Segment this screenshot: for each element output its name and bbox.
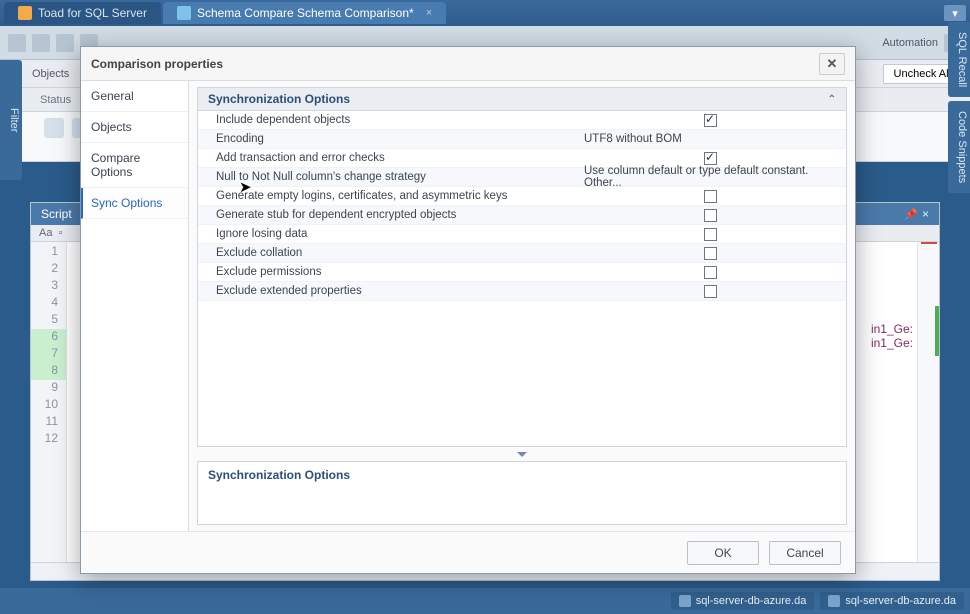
option-label: Null to Not Null column's change strateg… <box>198 171 578 183</box>
compare-icon <box>177 6 191 20</box>
description-panel: Synchronization Options <box>197 461 847 525</box>
grid-section-header[interactable]: Synchronization Options ⌃ <box>198 88 846 111</box>
toad-icon <box>18 6 32 20</box>
option-row[interactable]: Generate empty logins, certificates, and… <box>198 187 846 206</box>
side-tab-sql-recall[interactable]: SQL Recall <box>948 22 970 97</box>
option-label: Encoding <box>198 133 578 145</box>
option-row[interactable]: Exclude permissions <box>198 263 846 282</box>
ok-button[interactable]: OK <box>687 541 759 565</box>
dialog-title: Comparison properties <box>91 57 223 71</box>
minimap[interactable] <box>917 242 939 562</box>
nav-item-compare-options[interactable]: Compare Options <box>81 143 188 188</box>
side-tab-filter[interactable]: Filter <box>0 60 22 180</box>
toolbar-icon[interactable] <box>56 34 74 52</box>
checkbox[interactable] <box>704 209 717 222</box>
option-value[interactable] <box>578 209 846 222</box>
automation-label: Automation <box>882 37 938 49</box>
database-icon <box>828 595 840 607</box>
checkbox[interactable] <box>704 228 717 241</box>
line-gutter: 1 2 3 4 5 6 7 8 9 10 11 12 <box>31 242 67 562</box>
checkbox[interactable] <box>704 285 717 298</box>
app-tab-label: Schema Compare Schema Comparison* <box>197 6 414 20</box>
option-value[interactable] <box>578 247 846 260</box>
script-title: Script <box>41 207 72 221</box>
strip-icon[interactable] <box>44 118 64 138</box>
dialog-titlebar: Comparison properties ✕ <box>81 47 855 81</box>
option-value[interactable] <box>578 285 846 298</box>
option-value[interactable] <box>578 190 846 203</box>
objects-label: Objects <box>32 68 69 80</box>
option-value[interactable] <box>578 152 846 165</box>
checkbox[interactable] <box>704 247 717 260</box>
toolbar-icon[interactable]: ▫ <box>58 227 62 239</box>
window-controls: ▾ <box>944 5 966 21</box>
checkbox[interactable] <box>704 266 717 279</box>
status-label: Status <box>40 94 71 106</box>
option-label: Exclude permissions <box>198 266 578 278</box>
statusbar-label: sql-server-db-azure.da <box>696 595 807 607</box>
option-value[interactable] <box>578 228 846 241</box>
option-row[interactable]: EncodingUTF8 without BOM <box>198 130 846 149</box>
nav-item-objects[interactable]: Objects <box>81 112 188 143</box>
app-tab-toad[interactable]: Toad for SQL Server <box>4 2 161 24</box>
dialog-button-row: OK Cancel <box>81 531 855 573</box>
option-value[interactable] <box>578 266 846 279</box>
option-row[interactable]: Include dependent objects <box>198 111 846 130</box>
nav-item-general[interactable]: General <box>81 81 188 112</box>
option-label: Exclude collation <box>198 247 578 259</box>
options-grid: Synchronization Options ⌃ Include depend… <box>197 87 847 447</box>
toolbar-icon[interactable] <box>8 34 26 52</box>
splitter[interactable] <box>197 451 847 457</box>
side-tab-code-snippets[interactable]: Code Snippets <box>948 101 970 193</box>
checkbox[interactable] <box>704 152 717 165</box>
statusbar-connection[interactable]: sql-server-db-azure.da <box>671 592 815 610</box>
status-bar: sql-server-db-azure.da sql-server-db-azu… <box>0 588 970 614</box>
collapse-icon[interactable]: ⌃ <box>828 94 836 105</box>
window-titlebar: Toad for SQL Server Schema Compare Schem… <box>0 0 970 26</box>
option-label: Add transaction and error checks <box>198 152 578 164</box>
option-label: Exclude extended properties <box>198 285 578 297</box>
option-label: Include dependent objects <box>198 114 578 126</box>
option-row[interactable]: Null to Not Null column's change strateg… <box>198 168 846 187</box>
dialog-close-button[interactable]: ✕ <box>819 53 845 75</box>
window-dropdown-icon[interactable]: ▾ <box>944 5 966 21</box>
option-row[interactable]: Ignore losing data <box>198 225 846 244</box>
checkbox[interactable] <box>704 114 717 127</box>
statusbar-label: sql-server-db-azure.da <box>845 595 956 607</box>
checkbox[interactable] <box>704 190 717 203</box>
nav-item-sync-options[interactable]: Sync Options <box>81 188 188 219</box>
statusbar-connection[interactable]: sql-server-db-azure.da <box>820 592 964 610</box>
option-label: Generate empty logins, certificates, and… <box>198 190 578 202</box>
grid-section-title: Synchronization Options <box>208 92 350 106</box>
database-icon <box>679 595 691 607</box>
option-row[interactable]: Exclude extended properties <box>198 282 846 301</box>
app-tab-compare[interactable]: Schema Compare Schema Comparison* × <box>163 2 446 24</box>
option-value[interactable] <box>578 114 846 127</box>
code-fragment: in1_Ge: in1_Ge: <box>871 322 913 350</box>
option-value[interactable]: Use column default or type default const… <box>578 165 846 189</box>
description-title: Synchronization Options <box>208 468 350 482</box>
dialog-main: Synchronization Options ⌃ Include depend… <box>189 81 855 531</box>
chevron-down-icon <box>517 452 527 457</box>
dialog-nav: General Objects Compare Options Sync Opt… <box>81 81 189 531</box>
option-value[interactable]: UTF8 without BOM <box>578 133 846 145</box>
pin-icon[interactable]: 📌 <box>904 208 918 221</box>
tab-close-icon[interactable]: × <box>426 7 432 19</box>
cancel-button[interactable]: Cancel <box>769 541 841 565</box>
option-row[interactable]: Exclude collation <box>198 244 846 263</box>
app-tab-label: Toad for SQL Server <box>38 6 147 20</box>
close-icon[interactable]: × <box>922 207 929 221</box>
side-tabs-right: SQL Recall Code Snippets <box>948 22 970 193</box>
comparison-properties-dialog: Comparison properties ✕ General Objects … <box>80 46 856 574</box>
toolbar-icon[interactable] <box>32 34 50 52</box>
option-label: Generate stub for dependent encrypted ob… <box>198 209 578 221</box>
option-label: Ignore losing data <box>198 228 578 240</box>
option-row[interactable]: Generate stub for dependent encrypted ob… <box>198 206 846 225</box>
text-case-toggle[interactable]: Aa <box>39 227 52 239</box>
